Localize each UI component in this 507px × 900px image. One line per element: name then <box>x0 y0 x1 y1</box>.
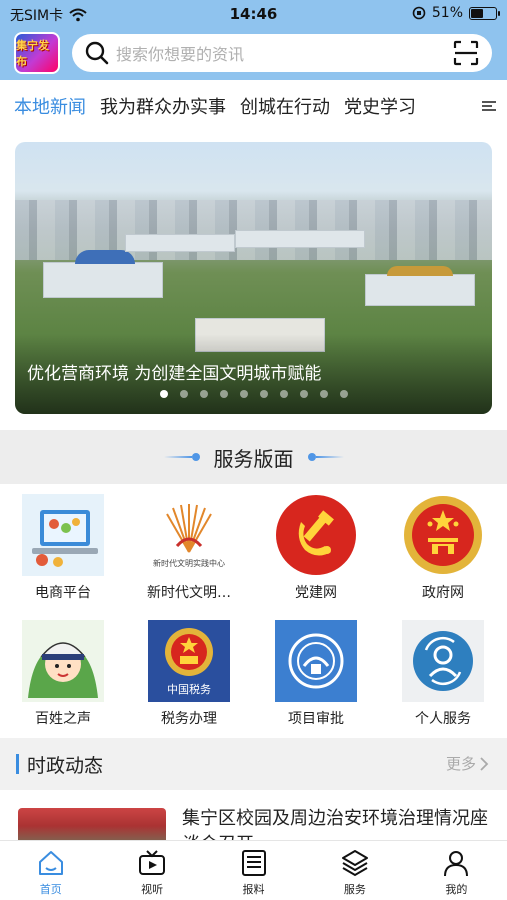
home-icon <box>38 851 63 875</box>
more-link[interactable]: 更多 <box>446 753 489 774</box>
carousel-dots <box>15 390 492 398</box>
banner-building <box>43 262 163 298</box>
service-section-header: 服务版面 <box>0 430 507 484</box>
service-government[interactable]: 政府网 <box>380 494 506 602</box>
carousel-dot[interactable] <box>279 390 288 398</box>
newspaper-icon <box>241 850 266 876</box>
news-list-item[interactable]: 集宁区校园及周边治安环境治理情况座谈会召开 <box>0 800 507 842</box>
layers-icon <box>341 850 368 877</box>
service-civilization-center[interactable]: 新时代文明实践中心 新时代文明… <box>126 494 252 602</box>
status-right: 51% <box>412 5 500 21</box>
nav-report[interactable]: 报料 <box>203 841 304 900</box>
service-party-building[interactable]: 党建网 <box>253 494 379 602</box>
search-bar[interactable]: 搜索你想要的资讯 <box>72 34 492 72</box>
video-icon <box>139 850 166 875</box>
service-label: 项目审批 <box>288 711 344 727</box>
orientation-lock-icon <box>412 6 426 20</box>
news-title: 集宁区校园及周边治安环境治理情况座谈会召开 <box>182 808 488 842</box>
banner-building <box>235 230 365 248</box>
service-tax[interactable]: 中国税务 税务办理 <box>126 620 252 728</box>
police-mascot-icon <box>22 620 104 702</box>
tab-practical-deeds[interactable]: 我为群众办实事 <box>100 93 226 119</box>
tax-logo-text: 中国税务 <box>167 683 211 696</box>
banner-building-roof <box>387 266 453 276</box>
app-logo[interactable]: 集宁发布 <box>14 32 60 74</box>
carousel-dot[interactable] <box>219 390 228 398</box>
header-decoration-left <box>163 453 200 461</box>
nav-label: 报料 <box>242 883 265 896</box>
carousel-dot[interactable] <box>239 390 248 398</box>
user-icon <box>444 851 469 877</box>
app-logo-text: 集宁发布 <box>16 39 49 68</box>
search-input[interactable]: 搜索你想要的资讯 <box>116 41 452 65</box>
carousel-dot[interactable] <box>259 390 268 398</box>
carousel-dot[interactable] <box>159 390 168 398</box>
carousel-dot[interactable] <box>319 390 328 398</box>
nav-label: 视听 <box>141 883 164 896</box>
tab-menu-button[interactable] <box>471 84 507 128</box>
nav-label: 我的 <box>445 883 468 896</box>
chevron-right-icon <box>480 756 489 771</box>
search-icon <box>85 41 109 65</box>
service-label: 政府网 <box>422 585 464 601</box>
service-label: 电商平台 <box>35 585 91 601</box>
nav-profile[interactable]: 我的 <box>406 841 507 900</box>
header-decoration-right <box>307 453 344 461</box>
service-public-voice[interactable]: 百姓之声 <box>0 620 126 728</box>
status-bar: 无SIM卡 14:46 51% <box>0 0 507 28</box>
banner-building-roof <box>75 250 135 264</box>
bottom-nav: 首页 视听 报料 服务 我的 <box>0 840 507 900</box>
tab-local-news[interactable]: 本地新闻 <box>14 93 86 119</box>
banner-carousel[interactable]: 优化营商环境 为创建全国文明城市赋能 <box>15 142 492 414</box>
carousel-dot[interactable] <box>199 390 208 398</box>
scan-icon[interactable] <box>452 39 480 67</box>
civilization-center-icon: 新时代文明实践中心 <box>148 494 230 576</box>
service-label: 税务办理 <box>161 711 217 727</box>
tab-civilized-city[interactable]: 创城在行动 <box>240 93 330 119</box>
nav-video[interactable]: 视听 <box>101 841 202 900</box>
tax-emblem-icon: 中国税务 <box>148 620 230 702</box>
banner-building <box>365 274 475 306</box>
nav-label: 服务 <box>343 883 366 896</box>
tab-party-history[interactable]: 党史学习 <box>344 93 416 119</box>
service-project-approval[interactable]: 项目审批 <box>253 620 379 728</box>
top-header: 无SIM卡 14:46 51% 集宁发布 搜索你想要的资讯 <box>0 0 507 80</box>
approval-icon <box>275 620 357 702</box>
nav-label: 首页 <box>39 883 62 896</box>
news-section-title: 时政动态 <box>27 754 104 777</box>
news-section-header: 时政动态 更多 <box>0 738 507 790</box>
service-ecommerce[interactable]: 电商平台 <box>0 494 126 602</box>
service-section-title: 服务版面 <box>213 446 294 471</box>
civilization-center-logo-text: 新时代文明实践中心 <box>153 558 225 568</box>
service-label: 百姓之声 <box>35 711 91 727</box>
nav-home[interactable]: 首页 <box>0 841 101 900</box>
service-label: 个人服务 <box>415 711 471 727</box>
battery-fill <box>471 8 483 18</box>
carousel-dot[interactable] <box>339 390 348 398</box>
service-personal[interactable]: 个人服务 <box>380 620 506 728</box>
banner-building <box>125 234 235 252</box>
carousel-dot[interactable] <box>179 390 188 398</box>
service-label: 新时代文明… <box>147 585 231 601</box>
service-label: 党建网 <box>295 585 337 601</box>
party-emblem-icon <box>275 494 357 576</box>
carousel-dot[interactable] <box>299 390 308 398</box>
more-label: 更多 <box>445 755 476 773</box>
category-tabs: 本地新闻 我为群众办实事 创城在行动 党史学习 <box>0 84 507 128</box>
menu-icon <box>482 101 496 111</box>
national-emblem-icon <box>402 494 484 576</box>
battery-icon <box>469 6 500 20</box>
battery-percent: 51% <box>431 5 463 21</box>
news-thumbnail <box>18 808 166 842</box>
banner-caption: 优化营商环境 为创建全国文明城市赋能 <box>27 364 322 384</box>
ecommerce-icon <box>22 494 104 576</box>
nav-services[interactable]: 服务 <box>304 841 405 900</box>
personal-service-icon <box>402 620 484 702</box>
section-accent-bar <box>16 754 19 774</box>
